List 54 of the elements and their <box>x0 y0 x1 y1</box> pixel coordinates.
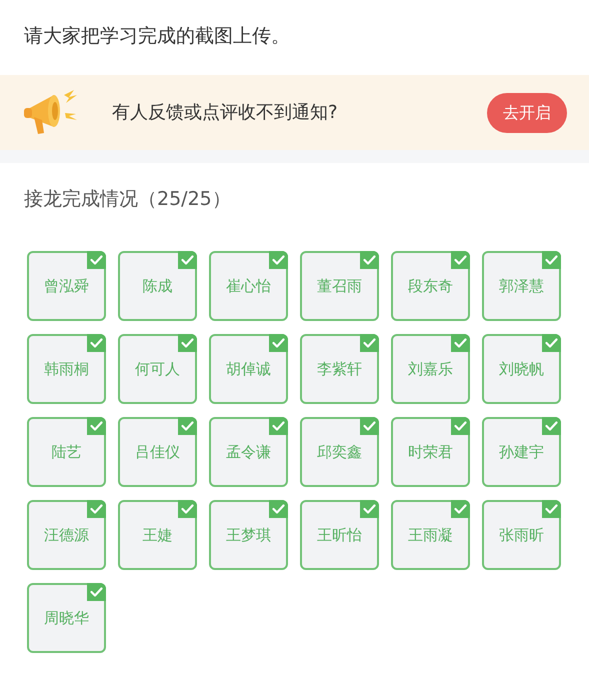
member-name: 时荣君 <box>408 442 453 463</box>
member-name: 刘晓帆 <box>499 358 544 380</box>
member-name: 张雨昕 <box>499 524 544 546</box>
member-name: 陈成 <box>142 276 172 297</box>
member-tile[interactable]: 董召雨 <box>300 251 379 321</box>
member-tile[interactable]: 郭泽慧 <box>482 251 561 321</box>
member-tile[interactable]: 王婕 <box>118 500 197 570</box>
member-tile[interactable]: 刘嘉乐 <box>391 334 470 404</box>
member-tile[interactable]: 崔心怡 <box>209 251 288 321</box>
section-title: 接龙完成情况（25/25） <box>23 187 232 212</box>
member-name: 刘嘉乐 <box>408 358 453 380</box>
member-tile[interactable]: 汪德源 <box>27 500 106 570</box>
member-tile[interactable]: 段东奇 <box>391 251 470 321</box>
member-tile[interactable]: 何可人 <box>118 334 197 404</box>
member-name: 何可人 <box>135 358 180 380</box>
member-name: 胡倬诚 <box>226 358 271 380</box>
member-tile[interactable]: 周晓华 <box>27 583 106 653</box>
member-tile[interactable]: 王梦琪 <box>209 500 288 570</box>
member-name: 王昕怡 <box>317 524 362 546</box>
member-tile[interactable]: 刘晓帆 <box>482 334 561 404</box>
member-name: 郭泽慧 <box>499 276 544 297</box>
member-tile[interactable]: 韩雨桐 <box>27 334 106 404</box>
member-name: 邱奕鑫 <box>317 442 362 463</box>
member-name: 陆艺 <box>52 442 82 463</box>
member-tile[interactable]: 李紫轩 <box>300 334 379 404</box>
member-name: 李紫轩 <box>317 358 362 380</box>
member-name: 孟令谦 <box>226 442 271 463</box>
member-name: 段东奇 <box>408 276 453 297</box>
member-name: 崔心怡 <box>226 276 271 297</box>
message-text: 请大家把学习完成的截图上传。 <box>23 24 291 49</box>
member-tile[interactable]: 孟令谦 <box>209 417 288 487</box>
notice-text: 有人反馈或点评收不到通知? <box>112 101 338 125</box>
member-tile[interactable]: 时荣君 <box>391 417 470 487</box>
member-tile[interactable]: 胡倬诚 <box>209 334 288 404</box>
member-name: 王雨凝 <box>408 524 453 546</box>
member-tile[interactable]: 孙建宇 <box>482 417 561 487</box>
member-name: 韩雨桐 <box>44 358 89 380</box>
member-name: 王婕 <box>142 524 172 546</box>
enable-button[interactable]: 去开启 <box>487 92 567 132</box>
member-name: 董召雨 <box>317 276 362 297</box>
member-name: 王梦琪 <box>226 524 271 546</box>
member-tile[interactable]: 王雨凝 <box>391 500 470 570</box>
member-name: 周晓华 <box>44 608 89 629</box>
member-name: 曾泓舜 <box>44 276 89 297</box>
member-tile[interactable]: 邱奕鑫 <box>300 417 379 487</box>
member-tile[interactable]: 王昕怡 <box>300 500 379 570</box>
member-tile[interactable]: 张雨昕 <box>482 500 561 570</box>
member-name: 吕佳仪 <box>135 442 180 463</box>
member-tile[interactable]: 曾泓舜 <box>27 251 106 321</box>
member-tile[interactable]: 陈成 <box>118 251 197 321</box>
member-name: 孙建宇 <box>499 442 544 463</box>
member-name: 汪德源 <box>44 524 89 546</box>
member-tile[interactable]: 吕佳仪 <box>118 417 197 487</box>
member-tile[interactable]: 陆艺 <box>27 417 106 487</box>
